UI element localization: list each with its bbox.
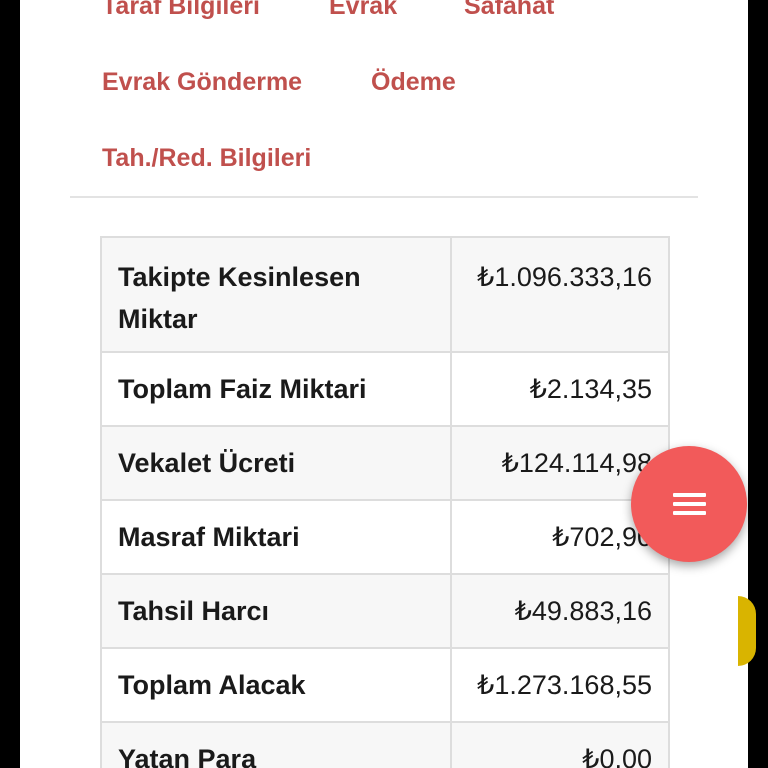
- page: Taraf Bilgileri Evrak Safahat Evrak Gönd…: [20, 0, 748, 768]
- row-label: Tahsil Harcı: [100, 573, 452, 649]
- row-value: ₺0,00: [450, 721, 670, 768]
- table-row: Toplam Faiz Miktari ₺2.134,35: [100, 351, 670, 427]
- row-label: Masraf Miktari: [100, 499, 452, 575]
- row-label: Toplam Faiz Miktari: [100, 351, 452, 427]
- row-label: Takipte Kesinlesen Miktar: [100, 236, 452, 353]
- offscreen-yellow-button[interactable]: [738, 596, 756, 666]
- tab-tahsilat-red-bilgileri[interactable]: Tah./Red. Bilgileri: [102, 144, 311, 173]
- table-row: Toplam Alacak ₺1.273.168,55: [100, 647, 670, 723]
- table-row: Vekalet Ücreti ₺124.114,98: [100, 425, 670, 501]
- row-label: Yatan Para: [100, 721, 452, 768]
- tab-row-2: Evrak Gönderme Ödeme: [20, 68, 748, 108]
- tab-safahat[interactable]: Safahat: [464, 0, 554, 21]
- table-row: Takipte Kesinlesen Miktar ₺1.096.333,16: [100, 236, 670, 353]
- row-value: ₺1.096.333,16: [450, 236, 670, 353]
- tab-row-1: Taraf Bilgileri Evrak Safahat: [20, 0, 748, 32]
- table-row: Masraf Miktari ₺702,90: [100, 499, 670, 575]
- tab-evrak[interactable]: Evrak: [329, 0, 397, 21]
- floating-menu-button[interactable]: [631, 446, 747, 562]
- table-row: Yatan Para ₺0,00: [100, 721, 670, 768]
- tab-evrak-gonderme[interactable]: Evrak Gönderme: [102, 68, 302, 97]
- tabs-divider: [70, 196, 698, 198]
- tab-taraf-bilgileri[interactable]: Taraf Bilgileri: [102, 0, 260, 21]
- row-label: Toplam Alacak: [100, 647, 452, 723]
- summary-table: Takipte Kesinlesen Miktar ₺1.096.333,16 …: [100, 236, 670, 768]
- row-value: ₺2.134,35: [450, 351, 670, 427]
- tab-odeme[interactable]: Ödeme: [371, 68, 456, 97]
- row-label: Vekalet Ücreti: [100, 425, 452, 501]
- row-value: ₺49.883,16: [450, 573, 670, 649]
- row-value: ₺1.273.168,55: [450, 647, 670, 723]
- tab-row-3: Tah./Red. Bilgileri: [20, 144, 748, 184]
- table-row: Tahsil Harcı ₺49.883,16: [100, 573, 670, 649]
